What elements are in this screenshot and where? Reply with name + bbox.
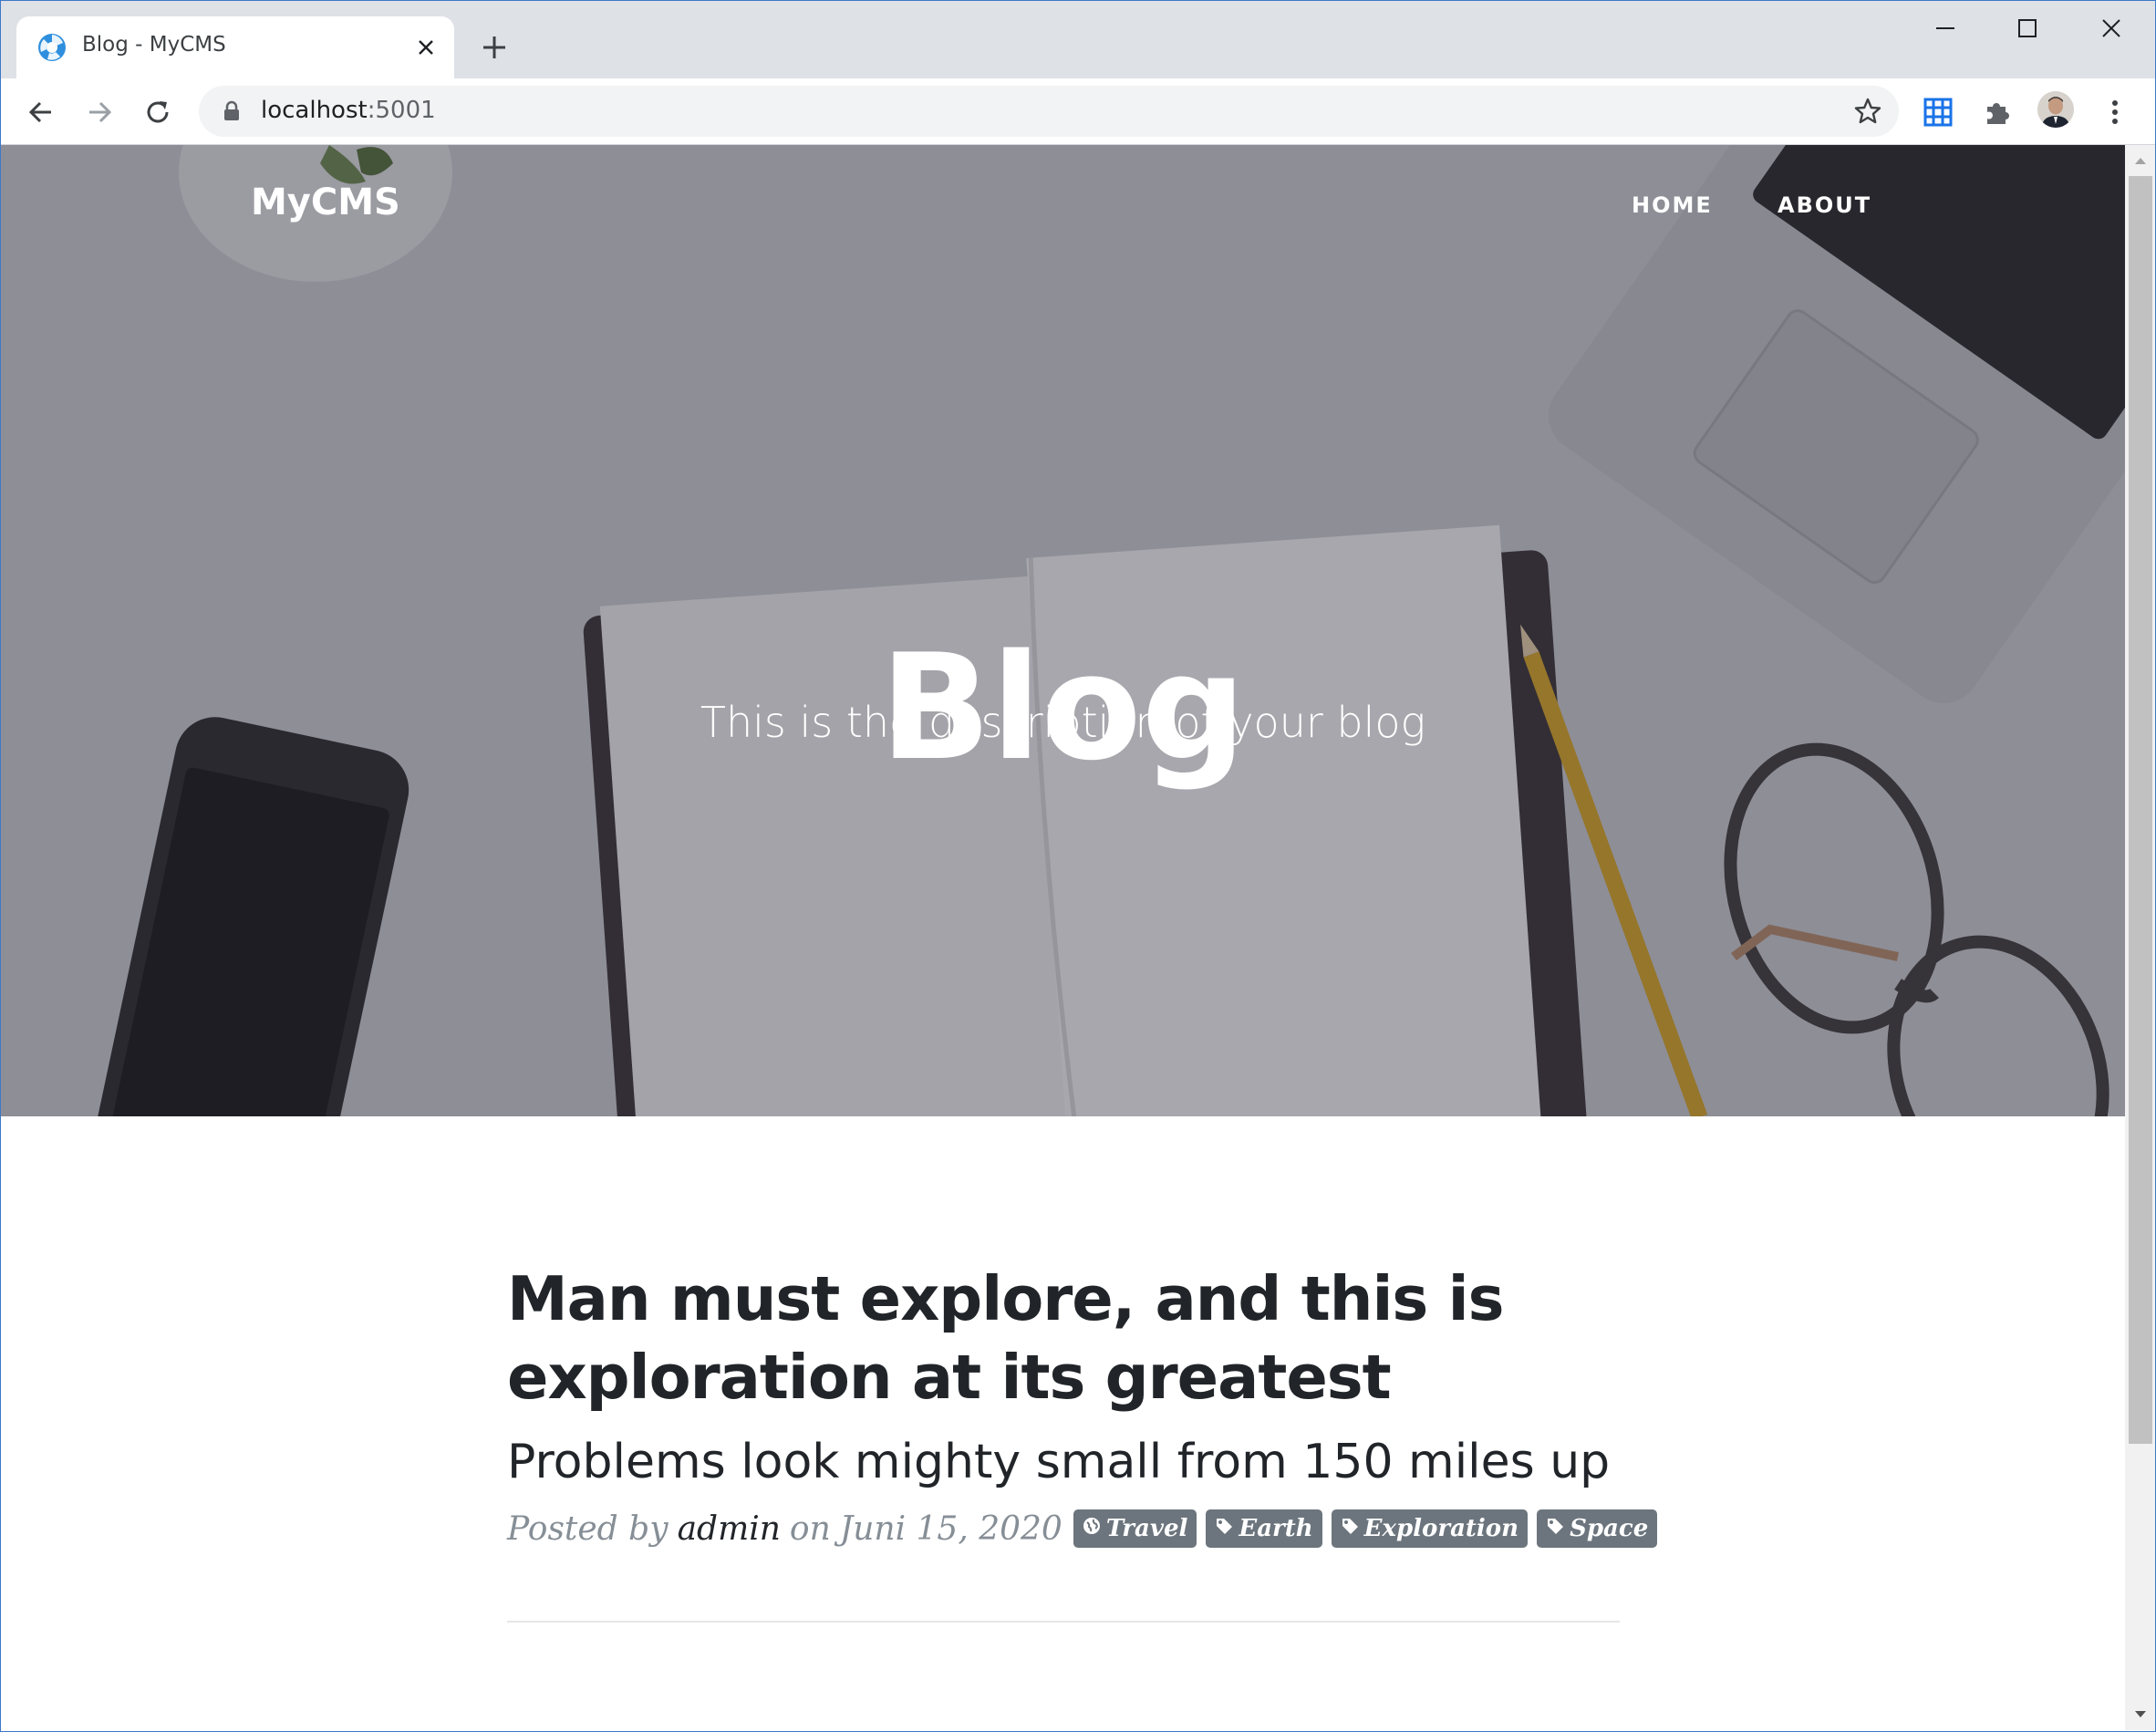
post-divider [507, 1621, 1620, 1623]
plus-icon [483, 36, 505, 58]
hero-header: MyCMS HOME ABOUT Blog This is the descri… [1, 145, 2125, 1116]
nav-home-link[interactable]: HOME [1632, 192, 1713, 218]
arrow-left-icon [28, 101, 51, 123]
tag-travel[interactable]: Travel [1073, 1509, 1197, 1548]
post-title-link[interactable]: Man must explore, and this is exploratio… [507, 1260, 1620, 1416]
tag-label: Earth [1239, 1515, 1313, 1542]
tag-space[interactable]: Space [1537, 1509, 1658, 1548]
grid-icon [1923, 98, 1953, 127]
tag-icon [1215, 1517, 1233, 1540]
tag-label: Exploration [1363, 1515, 1519, 1542]
tab-close-icon[interactable] [410, 32, 441, 63]
reload-icon [147, 101, 169, 123]
tag-label: Travel [1105, 1515, 1188, 1542]
page-subtitle: This is the description of your blog [700, 698, 1426, 747]
minimize-icon [1936, 27, 1954, 29]
close-window-button[interactable] [2070, 5, 2152, 51]
extension-grid-button[interactable] [1917, 91, 1959, 133]
browser-tab[interactable]: Blog - MyCMS [16, 16, 454, 78]
maximize-icon [2018, 19, 2037, 37]
page-viewport: MyCMS HOME ABOUT Blog This is the descri… [1, 145, 2125, 1730]
more-vertical-icon [2112, 100, 2118, 124]
site-favicon-icon [36, 32, 67, 63]
address-bar[interactable]: localhost:5001 [199, 86, 1899, 137]
post-author-link[interactable]: admin [678, 1510, 781, 1548]
bookmark-star-icon[interactable] [1853, 97, 1882, 126]
scroll-up-arrow-icon[interactable] [2125, 145, 2156, 176]
tag-label: Space [1570, 1515, 1649, 1542]
url-text[interactable]: localhost:5001 [261, 97, 436, 124]
tag-icon [1546, 1517, 1564, 1540]
extensions-button[interactable] [1975, 91, 2017, 133]
reload-button[interactable] [137, 91, 179, 133]
arrow-right-icon [89, 101, 112, 123]
avatar-icon [2037, 91, 2074, 128]
tag-icon [1341, 1517, 1359, 1540]
puzzle-icon [1987, 103, 2009, 124]
back-button[interactable] [20, 91, 62, 133]
forward-button[interactable] [78, 91, 120, 133]
site-brand-link[interactable]: MyCMS [251, 181, 400, 223]
maximize-button[interactable] [1986, 5, 2068, 51]
profile-avatar[interactable] [2037, 91, 2074, 128]
browser-menu-button[interactable] [2094, 91, 2136, 133]
browser-toolbar: localhost:5001 [0, 78, 2156, 145]
minimize-button[interactable] [1904, 5, 1986, 51]
post-subtitle[interactable]: Problems look mighty small from 150 mile… [507, 1433, 1620, 1491]
on-label: on [789, 1509, 831, 1548]
tag-earth[interactable]: Earth [1206, 1509, 1322, 1548]
scrollbar-thumb[interactable] [2129, 176, 2152, 1444]
page-scrollbar[interactable] [2125, 145, 2156, 1730]
post-date: Juni 15, 2020 [839, 1509, 1062, 1548]
nav-about-link[interactable]: ABOUT [1778, 192, 1871, 218]
tag-exploration[interactable]: Exploration [1331, 1509, 1529, 1548]
posted-by-label: Posted by [507, 1509, 669, 1548]
post-meta: Posted by admin on Juni 15, 2020 Travel … [507, 1509, 1658, 1548]
post-tags: Travel Earth Exploration Space [1073, 1509, 1666, 1548]
close-icon [2102, 19, 2120, 37]
lock-icon [224, 100, 239, 120]
browser-tabstrip: Blog - MyCMS [0, 0, 2156, 78]
new-tab-button[interactable] [474, 27, 514, 67]
scroll-down-arrow-icon[interactable] [2125, 1699, 2156, 1730]
tab-title: Blog - MyCMS [82, 33, 226, 57]
post-preview: Man must explore, and this is exploratio… [507, 1260, 1658, 1548]
globe-icon [1083, 1517, 1101, 1540]
